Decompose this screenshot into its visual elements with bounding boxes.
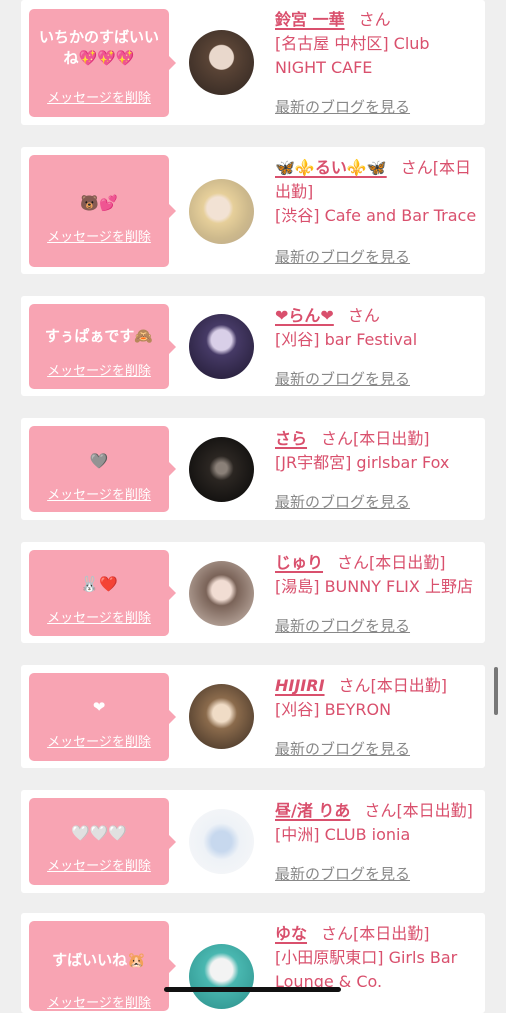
- blog-link[interactable]: 最新のブログを見る: [275, 863, 410, 884]
- member-name-link[interactable]: さら: [275, 429, 307, 448]
- message-text: 🐰❤️: [80, 575, 118, 593]
- delete-message-link[interactable]: メッセージを削除: [29, 855, 169, 874]
- message-card: すぅぱぁです🙈 メッセージを削除 ❤らん❤ さん [刈谷] bar Festiva…: [21, 296, 485, 396]
- message-bubble: すばいいね🐹 メッセージを削除: [29, 921, 176, 1011]
- avatar[interactable]: [189, 809, 254, 874]
- avatar[interactable]: [189, 179, 254, 244]
- avatar[interactable]: [189, 561, 254, 626]
- blog-link[interactable]: 最新のブログを見る: [275, 738, 410, 759]
- honorific: さん: [338, 676, 371, 695]
- scrollbar[interactable]: [494, 667, 498, 715]
- member-name-link[interactable]: ❤らん❤: [275, 306, 334, 325]
- message-bubble: 🐻💕 メッセージを削除: [29, 155, 176, 267]
- blog-link[interactable]: 最新のブログを見る: [275, 368, 410, 389]
- status-badge: [本日出勤]: [353, 924, 430, 943]
- member-name-link[interactable]: 🦋⚜️るい⚜️🦋: [275, 158, 387, 177]
- member-info: 🦋⚜️るい⚜️🦋 さん[本日出勤] [渋谷] Cafe and Bar Trace: [275, 156, 479, 228]
- honorific: さん: [358, 10, 391, 29]
- member-info: ゆな さん[本日出勤] [小田原駅東口] Girls Bar Lounge & C…: [275, 922, 479, 994]
- member-name-link[interactable]: 鈴宮 一華: [275, 10, 345, 29]
- message-card: 🤍🤍🤍 メッセージを削除 昼/渚 りあ さん[本日出勤] [中洲] CLUB io…: [21, 790, 485, 893]
- blog-link[interactable]: 最新のブログを見る: [275, 491, 410, 512]
- delete-message-link[interactable]: メッセージを削除: [29, 87, 169, 106]
- honorific: さん: [337, 553, 370, 572]
- delete-message-link[interactable]: メッセージを削除: [29, 731, 169, 750]
- member-name-link[interactable]: じゅり: [275, 553, 323, 572]
- shop-name: [小田原駅東口] Girls Bar Lounge & Co.: [275, 948, 458, 991]
- message-bubble: ❤ メッセージを削除: [29, 673, 176, 761]
- shop-name: [名古屋 中村区] Club NIGHT CAFE: [275, 34, 430, 77]
- honorific: さん: [321, 924, 354, 943]
- member-name-link[interactable]: 昼/渚 りあ: [275, 801, 350, 820]
- member-info: 鈴宮 一華 さん [名古屋 中村区] Club NIGHT CAFE: [275, 8, 479, 80]
- avatar[interactable]: [189, 30, 254, 95]
- shop-name: [渋谷] Cafe and Bar Trace: [275, 206, 477, 225]
- message-bubble: 🤍🤍🤍 メッセージを削除: [29, 798, 176, 885]
- home-indicator[interactable]: [164, 987, 341, 992]
- member-info: 昼/渚 りあ さん[本日出勤] [中洲] CLUB ionia: [275, 799, 479, 847]
- member-name-link[interactable]: ゆな: [275, 924, 307, 943]
- message-bubble: すぅぱぁです🙈 メッセージを削除: [29, 304, 176, 389]
- message-text: すばいいね🐹: [52, 951, 146, 969]
- message-text: 🩶: [89, 452, 109, 470]
- honorific: さん: [347, 306, 380, 325]
- member-info: ❤らん❤ さん [刈谷] bar Festival: [275, 304, 479, 352]
- shop-name: [中洲] CLUB ionia: [275, 825, 411, 844]
- message-bubble: 🐰❤️ メッセージを削除: [29, 550, 176, 636]
- message-card: 🩶 メッセージを削除 さら さん[本日出勤] [JR宇都宮] girlsbar F…: [21, 418, 485, 520]
- delete-message-link[interactable]: メッセージを削除: [29, 607, 169, 626]
- delete-message-link[interactable]: メッセージを削除: [29, 484, 169, 503]
- delete-message-link[interactable]: メッセージを削除: [29, 360, 169, 379]
- delete-message-link[interactable]: メッセージを削除: [29, 226, 169, 245]
- member-info: HIJIRI さん[本日出勤] [刈谷] BEYRON: [275, 674, 479, 722]
- message-text: いちかのすばいいね💖💖💖: [39, 28, 160, 67]
- message-card: ❤ メッセージを削除 HIJIRI さん[本日出勤] [刈谷] BEYRON 最新…: [21, 665, 485, 768]
- shop-name: [刈谷] bar Festival: [275, 330, 418, 349]
- message-text: ❤: [92, 698, 106, 716]
- blog-link[interactable]: 最新のブログを見る: [275, 615, 410, 636]
- honorific: さん: [364, 801, 397, 820]
- honorific: さん: [400, 158, 433, 177]
- shop-name: [刈谷] BEYRON: [275, 700, 392, 719]
- message-bubble: いちかのすばいいね💖💖💖 メッセージを削除: [29, 9, 176, 117]
- message-card: いちかのすばいいね💖💖💖 メッセージを削除 鈴宮 一華 さん [名古屋 中村区] …: [21, 0, 485, 125]
- message-text: すぅぱぁです🙈: [44, 327, 154, 345]
- shop-name: [JR宇都宮] girlsbar Fox: [275, 453, 450, 472]
- message-card: 🐰❤️ メッセージを削除 じゅり さん[本日出勤] [湯島] BUNNY FLIX…: [21, 542, 485, 643]
- member-name-link[interactable]: HIJIRI: [275, 676, 325, 695]
- message-text: 🤍🤍🤍: [70, 824, 128, 842]
- blog-link[interactable]: 最新のブログを見る: [275, 246, 410, 267]
- avatar[interactable]: [189, 684, 254, 749]
- message-card: すばいいね🐹 メッセージを削除 ゆな さん[本日出勤] [小田原駅東口] Girl…: [21, 913, 485, 1013]
- status-badge: [本日出勤]: [370, 676, 448, 695]
- avatar[interactable]: [189, 944, 254, 1009]
- honorific: さん: [321, 429, 354, 448]
- status-badge: [本日出勤]: [353, 429, 430, 448]
- member-info: じゅり さん[本日出勤] [湯島] BUNNY FLIX 上野店: [275, 551, 479, 599]
- status-badge: [本日出勤]: [396, 801, 473, 820]
- avatar[interactable]: [189, 437, 254, 502]
- message-card: 🐻💕 メッセージを削除 🦋⚜️るい⚜️🦋 さん[本日出勤] [渋谷] Cafe a…: [21, 147, 485, 274]
- message-bubble: 🩶 メッセージを削除: [29, 426, 176, 512]
- shop-name: [湯島] BUNNY FLIX 上野店: [275, 577, 473, 596]
- delete-message-link[interactable]: メッセージを削除: [29, 992, 169, 1011]
- status-badge: [本日出勤]: [369, 553, 446, 572]
- avatar[interactable]: [189, 314, 254, 379]
- blog-link[interactable]: 最新のブログを見る: [275, 96, 410, 117]
- message-text: 🐻💕: [80, 194, 118, 212]
- member-info: さら さん[本日出勤] [JR宇都宮] girlsbar Fox: [275, 427, 479, 475]
